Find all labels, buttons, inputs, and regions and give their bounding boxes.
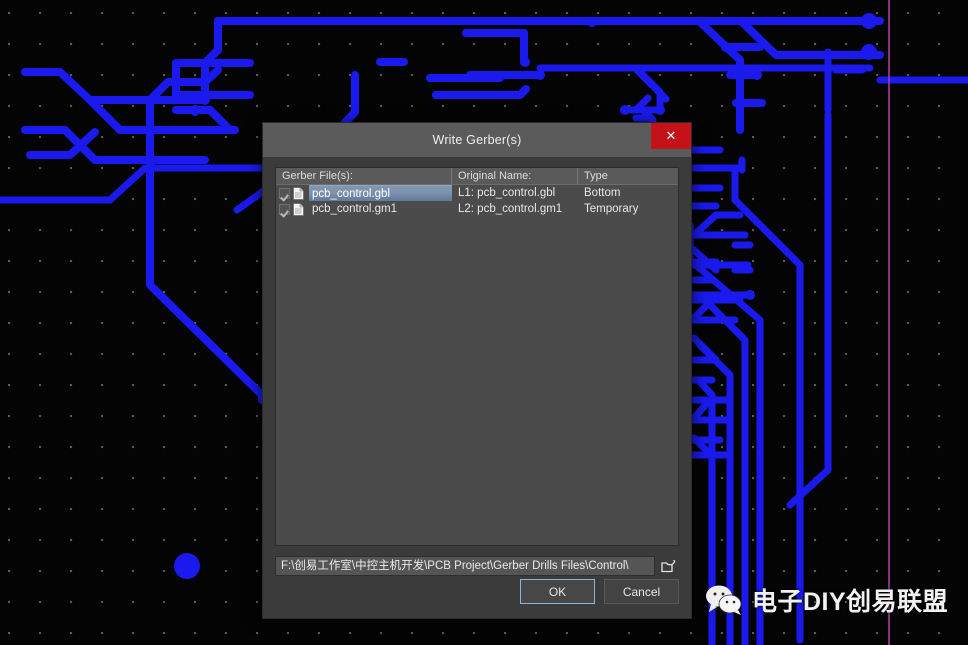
column-header-gerber-files[interactable]: Gerber File(s): [276, 168, 452, 184]
close-icon[interactable]: ✕ [651, 123, 691, 149]
ok-button[interactable]: OK [520, 579, 595, 604]
cancel-button[interactable]: Cancel [604, 579, 679, 604]
file-original-name: L1: pcb_control.gbl [458, 187, 556, 199]
watermark-text: 电子DIY创易联盟 [752, 588, 949, 616]
watermark: 电子DIY创易联盟 [704, 582, 948, 618]
dialog-titlebar[interactable]: Write Gerber(s) ✕ [263, 123, 691, 157]
file-type: Bottom [584, 187, 621, 199]
write-gerber-dialog: Write Gerber(s) ✕ Gerber File(s): Origin… [262, 122, 692, 619]
gerber-file-list[interactable]: Gerber File(s): Original Name: Type pcb_… [275, 167, 679, 546]
application-window: 电子DIY创易联盟 Write Gerber(s) ✕ Gerber File(… [0, 0, 968, 645]
row-checkbox[interactable] [276, 187, 293, 199]
row-checkbox[interactable] [276, 203, 293, 215]
file-name[interactable]: pcb_control.gm1 [309, 201, 452, 217]
list-header-row: Gerber File(s): Original Name: Type [276, 168, 678, 185]
checkbox-checked-icon[interactable] [279, 203, 290, 215]
dialog-footer: OK Cancel [263, 565, 691, 618]
file-type: Temporary [584, 203, 639, 215]
column-header-original-name[interactable]: Original Name: [452, 168, 578, 184]
column-header-type[interactable]: Type [578, 168, 678, 184]
file-original-name: L2: pcb_control.gm1 [458, 203, 563, 215]
file-icon [293, 186, 309, 200]
list-rows: pcb_control.gbl L1: pcb_control.gbl Bott… [276, 185, 678, 545]
wechat-icon [706, 585, 742, 615]
file-name[interactable]: pcb_control.gbl [309, 185, 452, 201]
file-icon [293, 202, 309, 216]
checkbox-checked-icon[interactable] [279, 187, 290, 199]
dialog-body: Gerber File(s): Original Name: Type pcb_… [263, 157, 691, 576]
table-row[interactable]: pcb_control.gm1 L2: pcb_control.gm1 Temp… [276, 201, 678, 217]
table-row[interactable]: pcb_control.gbl L1: pcb_control.gbl Bott… [276, 185, 678, 201]
dialog-title: Write Gerber(s) [432, 133, 522, 147]
